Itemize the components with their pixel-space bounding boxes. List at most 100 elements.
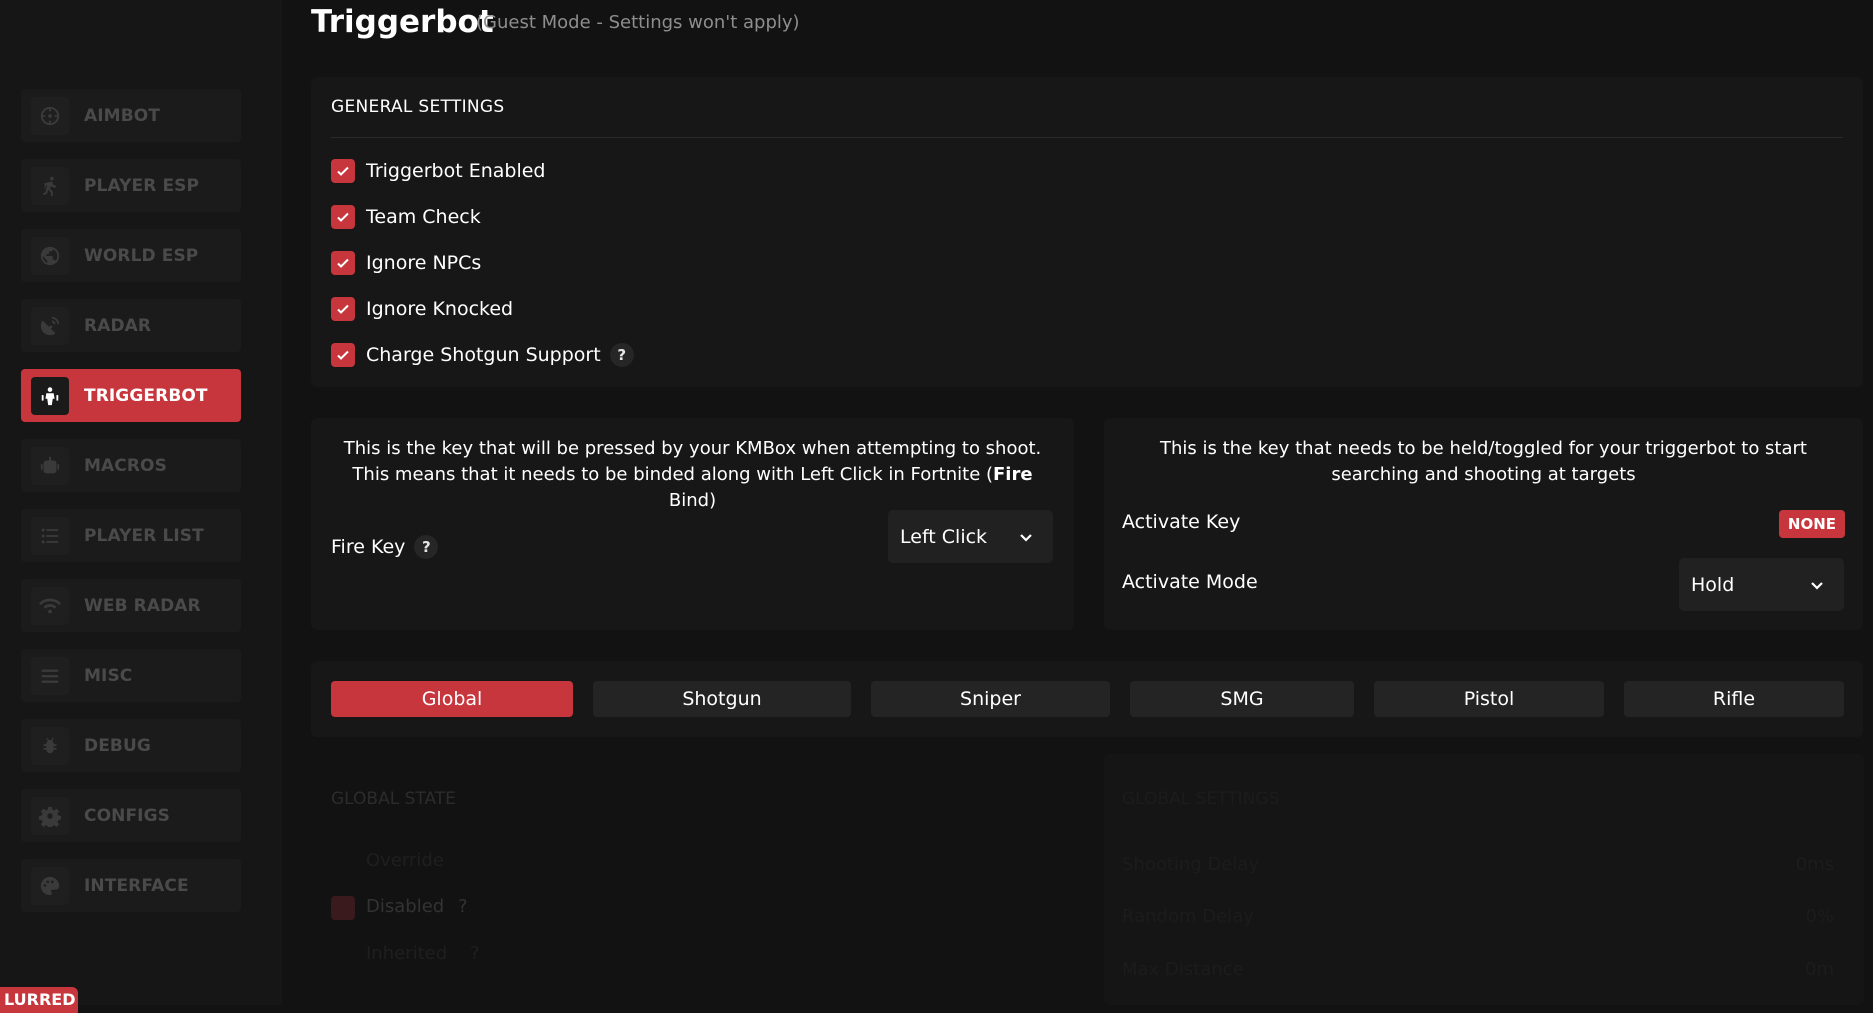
sidebar-item-player-esp[interactable]: PLAYER ESP bbox=[21, 159, 241, 212]
tab-global[interactable]: Global bbox=[331, 681, 573, 717]
global-settings-heading: GLOBAL SETTINGS bbox=[1122, 789, 1280, 809]
help-icon[interactable]: ? bbox=[414, 535, 439, 559]
divider bbox=[331, 137, 1843, 138]
fire-key-row: Fire Key ? bbox=[331, 535, 439, 559]
option-triggerbot-enabled[interactable]: Triggerbot Enabled bbox=[331, 159, 545, 183]
activate-mode-label: Activate Mode bbox=[1122, 571, 1258, 593]
sidebar-item-debug[interactable]: DEBUG bbox=[21, 719, 241, 772]
sidebar-item-label: CONFIGS bbox=[84, 805, 170, 826]
option-ignore-knocked[interactable]: Ignore Knocked bbox=[331, 297, 513, 321]
activate-mode-select[interactable]: Hold bbox=[1679, 558, 1844, 611]
sidebar-item-label: MISC bbox=[84, 665, 133, 686]
person-target-icon bbox=[31, 376, 69, 415]
check-icon bbox=[337, 304, 349, 314]
sidebar-item-world-esp[interactable]: WORLD ESP bbox=[21, 229, 241, 282]
sidebar-item-label: TRIGGERBOT bbox=[84, 385, 208, 406]
checkbox[interactable] bbox=[331, 205, 355, 229]
disabled-checkbox[interactable] bbox=[331, 896, 355, 920]
crosshair-icon bbox=[31, 96, 69, 135]
sidebar-item-configs[interactable]: CONFIGS bbox=[21, 789, 241, 842]
menu-icon bbox=[31, 656, 69, 695]
satellite-dish-icon bbox=[31, 306, 69, 345]
fire-key-label: Fire Key bbox=[331, 536, 406, 558]
checkbox[interactable] bbox=[331, 159, 355, 183]
option-label: Charge Shotgun Support bbox=[366, 344, 601, 366]
option-ignore-npcs[interactable]: Ignore NPCs bbox=[331, 251, 481, 275]
wifi-icon bbox=[31, 586, 69, 625]
sidebar-item-label: DEBUG bbox=[84, 735, 151, 756]
option-charge-shotgun-support[interactable]: Charge Shotgun Support ? bbox=[331, 343, 634, 367]
sidebar-item-label: AIMBOT bbox=[84, 105, 161, 126]
random-delay-value: 0% bbox=[1805, 906, 1834, 927]
gear-icon bbox=[31, 796, 69, 835]
page-subtitle: (Guest Mode - Settings won't apply) bbox=[476, 12, 800, 33]
fire-key-value: Left Click bbox=[900, 525, 988, 548]
option-label: Triggerbot Enabled bbox=[366, 160, 546, 182]
shooting-delay-label: Shooting Delay bbox=[1122, 854, 1260, 875]
sidebar-item-radar[interactable]: RADAR bbox=[21, 299, 241, 352]
activate-key-button[interactable]: NONE bbox=[1778, 510, 1845, 538]
chevron-down-icon bbox=[1020, 533, 1032, 542]
checkbox[interactable] bbox=[331, 343, 355, 367]
help-icon[interactable]: ? bbox=[609, 343, 634, 367]
max-distance-label: Max Distance bbox=[1122, 959, 1244, 980]
shooting-delay-value: 0ms bbox=[1795, 854, 1834, 875]
check-icon bbox=[337, 258, 349, 268]
sidebar-item-web-radar[interactable]: WEB RADAR bbox=[21, 579, 241, 632]
section-heading: GENERAL SETTINGS bbox=[331, 97, 505, 117]
option-label: Team Check bbox=[366, 206, 481, 228]
global-state-heading: GLOBAL STATE bbox=[331, 789, 456, 809]
sidebar-item-label: WEB RADAR bbox=[84, 595, 201, 616]
tab-rifle[interactable]: Rifle bbox=[1624, 681, 1844, 717]
sidebar-item-macros[interactable]: MACROS bbox=[21, 439, 241, 492]
globe-icon bbox=[31, 236, 69, 275]
sidebar-item-label: RADAR bbox=[84, 315, 152, 336]
tab-shotgun[interactable]: Shotgun bbox=[593, 681, 851, 717]
activate-mode-value: Hold bbox=[1691, 573, 1735, 596]
fire-key-panel: This is the key that will be pressed by … bbox=[311, 418, 1074, 630]
help-icon[interactable]: ? bbox=[458, 896, 468, 917]
option-label: Ignore Knocked bbox=[366, 298, 514, 320]
sidebar-item-label: WORLD ESP bbox=[84, 245, 199, 266]
sidebar-item-label: PLAYER LIST bbox=[84, 525, 204, 546]
disabled-option[interactable]: Disabled bbox=[366, 896, 444, 917]
activate-key-label: Activate Key bbox=[1122, 511, 1241, 533]
activate-panel: This is the key that needs to be held/to… bbox=[1104, 418, 1863, 630]
tab-pistol[interactable]: Pistol bbox=[1374, 681, 1604, 717]
sidebar-item-misc[interactable]: MISC bbox=[21, 649, 241, 702]
general-settings-panel: GENERAL SETTINGS Triggerbot Enabled Team… bbox=[311, 77, 1863, 387]
sidebar: AIMBOT PLAYER ESP WORLD ESP RADAR TRIGGE… bbox=[0, 0, 282, 1013]
robot-icon bbox=[31, 446, 69, 485]
fire-key-description: This is the key that will be pressed by … bbox=[343, 438, 1042, 511]
sidebar-item-player-list[interactable]: PLAYER LIST bbox=[21, 509, 241, 562]
page-title: Triggerbot bbox=[311, 4, 494, 40]
activate-description: This is the key that needs to be held/to… bbox=[1160, 438, 1807, 485]
running-person-icon bbox=[31, 166, 69, 205]
bug-icon bbox=[31, 726, 69, 765]
checkbox[interactable] bbox=[331, 297, 355, 321]
override-option[interactable]: Override bbox=[366, 850, 444, 871]
sidebar-item-interface[interactable]: INTERFACE bbox=[21, 859, 241, 912]
sidebar-item-label: INTERFACE bbox=[84, 875, 189, 896]
palette-icon bbox=[31, 866, 69, 905]
global-settings-panel: GLOBAL SETTINGS Shooting Delay 0ms Rando… bbox=[1104, 754, 1864, 1005]
option-team-check[interactable]: Team Check bbox=[331, 205, 481, 229]
checkbox[interactable] bbox=[331, 251, 355, 275]
check-icon bbox=[337, 350, 349, 360]
sidebar-item-label: PLAYER ESP bbox=[84, 175, 200, 196]
corner-badge: LURRED bbox=[0, 987, 78, 1013]
option-label: Ignore NPCs bbox=[366, 252, 482, 274]
sidebar-item-label: MACROS bbox=[84, 455, 167, 476]
tab-sniper[interactable]: Sniper bbox=[871, 681, 1110, 717]
fire-key-select[interactable]: Left Click bbox=[888, 510, 1053, 563]
check-icon bbox=[337, 212, 349, 222]
chevron-down-icon bbox=[1811, 581, 1823, 590]
sidebar-item-aimbot[interactable]: AIMBOT bbox=[21, 89, 241, 142]
sidebar-item-triggerbot[interactable]: TRIGGERBOT bbox=[21, 369, 241, 422]
max-distance-value: 0m bbox=[1805, 959, 1834, 980]
tab-smg[interactable]: SMG bbox=[1130, 681, 1354, 717]
list-icon bbox=[31, 516, 69, 555]
inherited-option[interactable]: Inherited bbox=[366, 943, 447, 964]
check-icon bbox=[337, 166, 349, 176]
help-icon[interactable]: ? bbox=[470, 943, 480, 964]
